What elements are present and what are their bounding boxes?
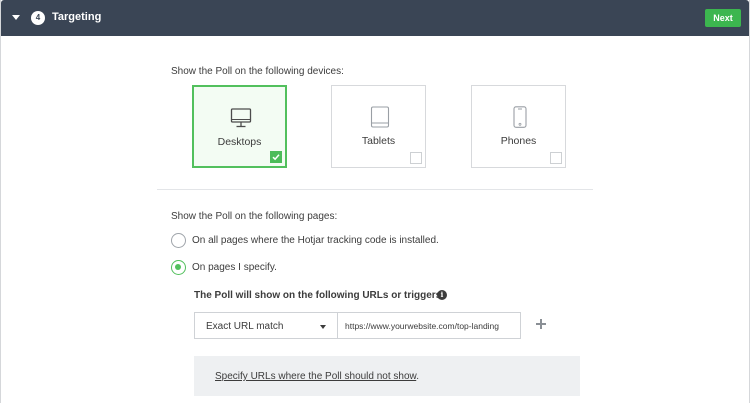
device-card-phones[interactable]: Phones <box>471 85 566 168</box>
desktops-checkbox[interactable] <box>270 151 282 163</box>
targeting-panel: 4 Targeting Next Show the Poll on the fo… <box>0 0 750 403</box>
radio-label-specific-pages: On pages I specify. <box>192 262 277 273</box>
info-icon[interactable]: i <box>437 290 447 300</box>
device-label-desktops: Desktops <box>217 136 262 148</box>
checkmark-icon <box>272 154 280 161</box>
collapse-caret-icon[interactable] <box>12 15 20 20</box>
phone-icon <box>513 106 527 128</box>
exclude-urls-suffix: . <box>416 371 420 382</box>
device-label-phones: Phones <box>500 135 537 147</box>
device-card-tablets[interactable]: Tablets <box>331 85 426 168</box>
device-card-desktops[interactable]: Desktops <box>192 85 287 168</box>
match-type-select[interactable]: Exact URL match <box>194 312 338 339</box>
desktop-icon <box>230 108 252 128</box>
match-type-value: Exact URL match <box>206 321 284 332</box>
tablet-icon <box>370 106 390 128</box>
next-button[interactable]: Next <box>705 9 741 27</box>
pages-heading: Show the Poll on the following pages: <box>171 211 338 222</box>
radio-button-specific-pages[interactable] <box>171 260 186 275</box>
chevron-down-icon <box>320 325 326 329</box>
exclude-urls-box: Specify URLs where the Poll should not s… <box>194 356 580 396</box>
add-url-button[interactable] <box>534 317 548 331</box>
url-input[interactable] <box>337 312 521 339</box>
device-label-tablets: Tablets <box>361 135 396 147</box>
section-title: Targeting <box>52 11 102 23</box>
exclude-urls-link[interactable]: Specify URLs where the Poll should not s… <box>215 371 416 382</box>
exclude-urls-text: Specify URLs where the Poll should not s… <box>215 371 419 382</box>
phones-checkbox[interactable] <box>550 152 562 164</box>
tablets-checkbox[interactable] <box>410 152 422 164</box>
urls-heading: The Poll will show on the following URLs… <box>194 290 445 301</box>
step-number-badge: 4 <box>31 11 45 25</box>
radio-label-all-pages: On all pages where the Hotjar tracking c… <box>192 235 439 246</box>
section-divider <box>157 189 593 190</box>
devices-heading: Show the Poll on the following devices: <box>171 66 344 77</box>
section-header[interactable]: 4 Targeting Next <box>1 0 749 36</box>
radio-button-all-pages[interactable] <box>171 233 186 248</box>
